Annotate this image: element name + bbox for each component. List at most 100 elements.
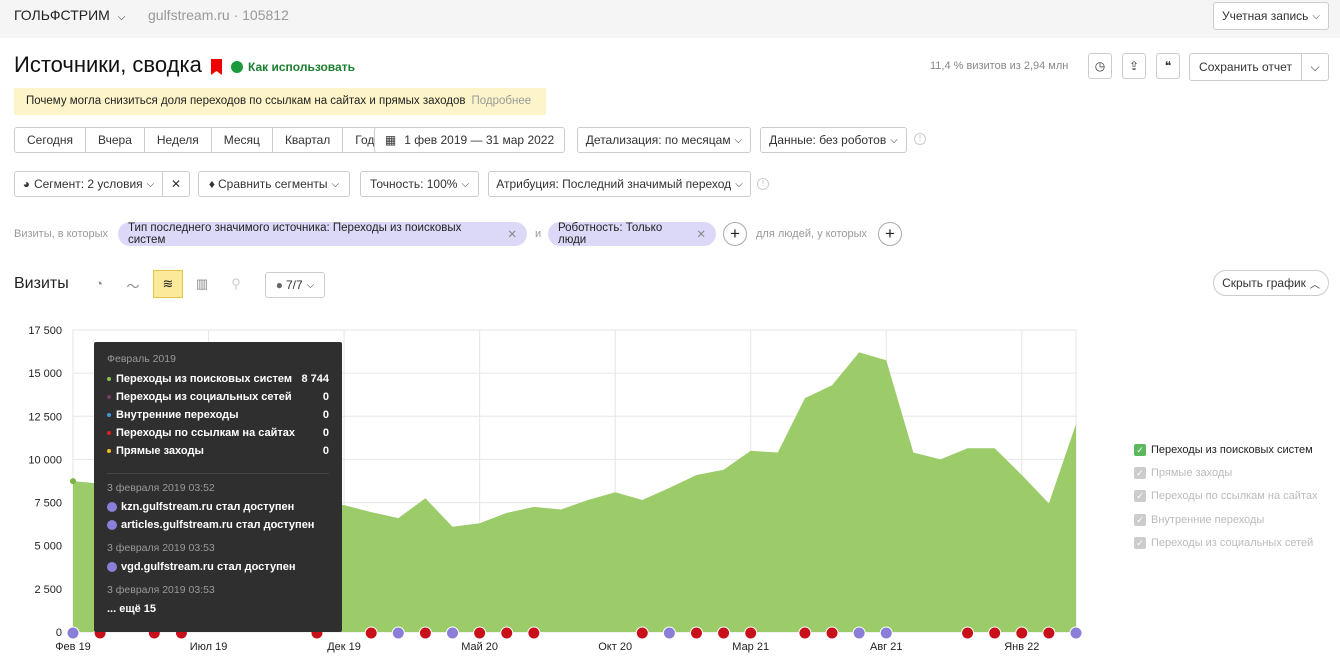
close-icon[interactable]: ✕ [507, 227, 517, 241]
yandex-annotation-icon[interactable] [473, 626, 487, 640]
period-month[interactable]: Месяц [212, 128, 273, 152]
yandex-annotation-icon[interactable] [635, 626, 649, 640]
org-selector[interactable]: ГОЛЬФСТРИМ ⌵ [14, 7, 125, 23]
yandex-annotation-icon[interactable] [744, 626, 758, 640]
period-yesterday[interactable]: Вчера [86, 128, 145, 152]
map-icon[interactable]: ⚲ [227, 276, 245, 294]
yandex-annotation-icon[interactable] [717, 626, 731, 640]
how-to-label: Как использовать [248, 60, 355, 74]
chevron-down-icon: ⌵ [117, 12, 126, 23]
yandex-annotation-icon[interactable] [961, 626, 975, 640]
add-people-filter-button[interactable]: + [878, 222, 902, 246]
more-events-link[interactable]: ... ещё 15 [107, 600, 329, 618]
row-label: Переходы по ссылкам на сайтах [116, 427, 295, 439]
site-annotation-icon[interactable] [852, 626, 866, 640]
legend-item[interactable]: ✓ Переходы по ссылкам на сайтах [1134, 485, 1317, 508]
row-value: 8 744 [301, 373, 329, 385]
site-annotation-icon[interactable] [1069, 626, 1083, 640]
compare-segments-dropdown[interactable]: ♦ Сравнить сегменты ⌵ [198, 171, 350, 197]
data-filter-dropdown[interactable]: Данные: без роботов ⌵ [760, 127, 907, 153]
yandex-annotation-icon[interactable] [825, 626, 839, 640]
history-button[interactable]: ◷ [1088, 53, 1112, 79]
legend-item[interactable]: ✓ Переходы из социальных сетей [1134, 531, 1317, 554]
quote-icon: ❝ [1164, 59, 1172, 73]
line-chart-icon[interactable]: 〜 [124, 276, 142, 294]
compare-button[interactable]: ❝ [1156, 53, 1180, 79]
site-annotation-icon[interactable] [391, 626, 405, 640]
clock-icon: ◷ [1094, 59, 1106, 73]
how-to-link[interactable]: Как использовать [231, 60, 355, 74]
yandex-annotation-icon[interactable] [689, 626, 703, 640]
filter-prefix: Визиты, в которых [14, 228, 108, 240]
tooltip-row-label: Переходы из поисковых систем [107, 373, 292, 391]
segment-dropdown[interactable]: ◕ Сегмент: 2 условия ⌵ [14, 171, 163, 197]
yandex-annotation-icon[interactable] [527, 626, 541, 640]
area-chart-icon[interactable]: ≋ [153, 270, 183, 298]
y-tick-label: 5 000 [34, 541, 62, 553]
attribution-dropdown[interactable]: Атрибуция: Последний значимый переход ⌵ [488, 171, 751, 197]
chevron-up-icon: ︿ [1309, 279, 1320, 291]
row-value: 0 [322, 427, 329, 439]
bar-chart-icon[interactable]: ▥ [193, 276, 211, 294]
comment-icon: ● [275, 278, 283, 292]
row-value: 0 [322, 391, 329, 403]
site-annotation-icon[interactable] [662, 626, 676, 640]
annotations-dropdown[interactable]: ● 7/7 ⌵ [265, 272, 325, 298]
yandex-annotation-icon[interactable] [1015, 626, 1029, 640]
account-button[interactable]: Учетная запись ⌵ [1213, 2, 1329, 30]
x-tick-label: Дек 19 [327, 641, 361, 653]
save-report-button[interactable]: Сохранить отчет [1189, 53, 1302, 81]
close-icon: ✕ [170, 177, 182, 191]
hide-chart-button[interactable]: Скрыть график ︿ [1213, 270, 1329, 296]
chart-legend: ✓ Переходы из поисковых систем ✓ Прямые зах… [1134, 438, 1317, 554]
chevron-down-icon: ⌵ [306, 279, 315, 291]
page-title: Источники, сводка [14, 52, 202, 77]
series-dot-icon [107, 431, 111, 436]
yandex-annotation-icon[interactable] [500, 626, 514, 640]
period-today[interactable]: Сегодня [15, 128, 86, 152]
info-icon[interactable]: ! [914, 133, 926, 145]
legend-item[interactable]: ✓ Внутренние переходы [1134, 508, 1317, 531]
add-filter-button[interactable]: + [723, 222, 747, 246]
site-counter: gulfstream.ru · 105812 [148, 7, 289, 23]
period-selector: Сегодня Вчера Неделя Месяц Квартал Год [14, 127, 388, 153]
yandex-annotation-icon[interactable] [1042, 626, 1056, 640]
site-annotation-icon[interactable] [879, 626, 893, 640]
yandex-annotation-icon[interactable] [798, 626, 812, 640]
chevron-down-icon: ⌵ [735, 178, 743, 190]
legend-item[interactable]: ✓ Прямые заходы [1134, 461, 1317, 484]
close-icon[interactable]: ✕ [696, 227, 706, 241]
yandex-annotation-icon[interactable] [418, 626, 432, 640]
site-annotation-icon[interactable] [446, 626, 460, 640]
bookmark-icon[interactable] [211, 59, 222, 75]
y-tick-label: 0 [56, 627, 62, 639]
legend-label: Прямые заходы [1151, 466, 1233, 479]
event-item: vgd.gulfstream.ru стал доступен [107, 558, 329, 576]
site-annotation-icon[interactable] [66, 626, 80, 640]
save-options-button[interactable]: ⌵ [1301, 53, 1329, 81]
segments-icon: ♦ [208, 177, 215, 191]
x-tick-label: Окт 20 [598, 641, 632, 653]
filter-chip-source[interactable]: Тип последнего значимого источника: Пере… [118, 222, 527, 246]
pie-chart-icon[interactable]: ◔ [90, 276, 108, 294]
org-name: ГОЛЬФСТРИМ [14, 7, 110, 23]
row-value: 0 [322, 409, 329, 421]
event-time: 3 февраля 2019 03:53 [107, 542, 215, 554]
export-button[interactable]: ⇪ [1122, 53, 1146, 79]
detail-dropdown[interactable]: Детализация: по месяцам ⌵ [577, 127, 751, 153]
period-quarter[interactable]: Квартал [273, 128, 344, 152]
chevron-down-icon: ⌵ [734, 134, 743, 146]
y-tick-label: 7 500 [34, 498, 62, 510]
accuracy-dropdown[interactable]: Точность: 100% ⌵ [360, 171, 479, 197]
filter-chip-robots[interactable]: Роботность: Только люди ✕ [548, 222, 716, 246]
date-range-label: 1 фев 2019 — 31 мар 2022 [404, 133, 555, 147]
info-icon[interactable]: ! [757, 178, 769, 190]
clear-segment-button[interactable]: ✕ [162, 171, 190, 197]
date-range-picker[interactable]: ▦ 1 фев 2019 — 31 мар 2022 [374, 127, 565, 153]
notice-more-link[interactable]: Подробнее [471, 95, 531, 107]
legend-item[interactable]: ✓ Переходы из поисковых систем [1134, 438, 1317, 461]
yandex-annotation-icon[interactable] [988, 626, 1002, 640]
y-tick-label: 12 500 [28, 411, 62, 423]
period-week[interactable]: Неделя [145, 128, 212, 152]
yandex-annotation-icon[interactable] [364, 626, 378, 640]
